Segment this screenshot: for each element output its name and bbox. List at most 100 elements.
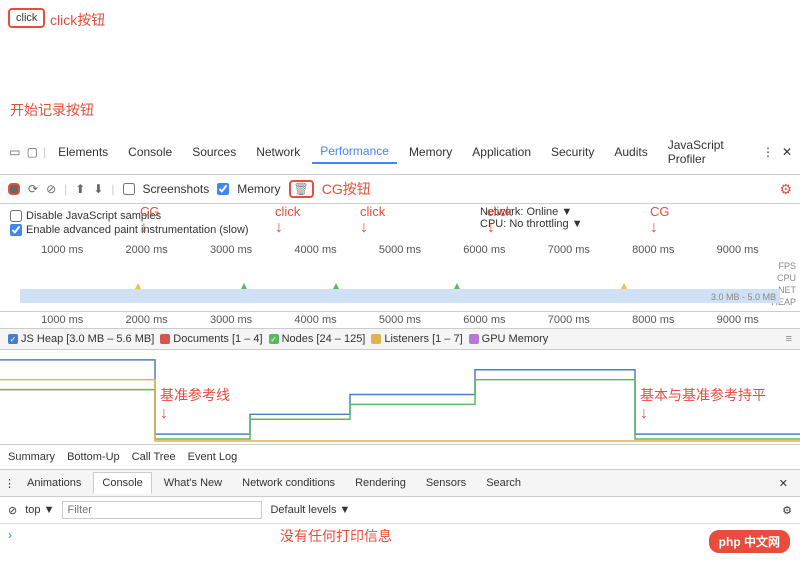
gc-button[interactable]: 🗑 xyxy=(289,180,314,198)
jsheap-toggle[interactable]: ✓ xyxy=(8,334,18,344)
inspect-icon[interactable]: ▭ xyxy=(8,145,22,159)
filter-input[interactable] xyxy=(62,501,262,519)
tick: 2000 ms xyxy=(104,244,188,256)
screenshots-label: Screenshots xyxy=(143,182,210,196)
documents-label: Documents [1 – 4] xyxy=(173,333,262,345)
drawer-close-icon[interactable]: ✕ xyxy=(771,477,796,490)
cpu-select[interactable]: No throttling xyxy=(509,218,568,230)
listeners-toggle[interactable] xyxy=(371,334,381,344)
tick: 1000 ms xyxy=(20,314,104,326)
context-select[interactable]: top ▼ xyxy=(25,504,54,516)
tab-audits[interactable]: Audits xyxy=(606,141,655,163)
tick: 7000 ms xyxy=(527,314,611,326)
tab-console[interactable]: Console xyxy=(120,141,180,163)
marker-click3: click↓ xyxy=(487,204,512,237)
settings-icon[interactable]: ⚙ xyxy=(779,181,792,198)
overview-timeline[interactable]: 1000 ms 2000 ms 3000 ms 4000 ms 5000 ms … xyxy=(0,242,800,312)
disable-js-checkbox[interactable] xyxy=(10,210,22,222)
click-annotation: click按钮 xyxy=(50,10,105,30)
save-icon[interactable]: ⬇ xyxy=(93,182,103,196)
tick: 6000 ms xyxy=(442,314,526,326)
network-select[interactable]: Online xyxy=(526,206,558,218)
more-icon[interactable]: ⋮ xyxy=(762,145,774,159)
marker-cg2: CG↓ xyxy=(650,204,670,237)
tick: 2000 ms xyxy=(104,314,188,326)
drawer-search[interactable]: Search xyxy=(478,473,529,493)
devtools-tabs: ▭ ▢ | Elements Console Sources Network P… xyxy=(0,130,800,175)
baseline-flat-annotation: 基本与基准参考持平↓ xyxy=(640,385,766,423)
tab-memory[interactable]: Memory xyxy=(401,141,460,163)
memory-label: Memory xyxy=(237,182,280,196)
record-button[interactable] xyxy=(8,183,20,195)
console-prompt-icon: › xyxy=(8,528,12,542)
tab-jsprofiler[interactable]: JavaScript Profiler xyxy=(660,134,758,170)
tick: 6000 ms xyxy=(442,244,526,256)
clear-console-icon[interactable]: ⊘ xyxy=(8,504,17,517)
drawer-animations[interactable]: Animations xyxy=(19,473,89,493)
tab-eventlog[interactable]: Event Log xyxy=(188,449,238,465)
close-icon[interactable]: ✕ xyxy=(782,145,792,159)
cg-annotation: CG按钮 xyxy=(322,179,371,199)
baseline-annotation: 基准参考线↓ xyxy=(160,385,230,423)
console-settings-icon[interactable]: ⚙ xyxy=(782,504,792,517)
no-print-annotation: 没有任何打印信息 xyxy=(280,526,392,546)
watermark: php 中文网 xyxy=(709,530,790,553)
tick: 3000 ms xyxy=(189,244,273,256)
page-demo-area: click click按钮 开始记录按钮 xyxy=(0,0,800,130)
listeners-label: Listeners [1 – 7] xyxy=(384,333,462,345)
tab-application[interactable]: Application xyxy=(464,141,539,163)
console-toolbar: ⊘ top ▼ Default levels ▼ ⚙ xyxy=(0,497,800,524)
tab-sources[interactable]: Sources xyxy=(184,141,244,163)
tick: 9000 ms xyxy=(696,244,780,256)
drawer-network-conditions[interactable]: Network conditions xyxy=(234,473,343,493)
tick: 8000 ms xyxy=(611,244,695,256)
enable-paint-label: Enable advanced paint instrumentation (s… xyxy=(26,224,249,236)
tab-network[interactable]: Network xyxy=(248,141,308,163)
demo-click-button[interactable]: click xyxy=(8,8,45,28)
jsheap-label: JS Heap [3.0 MB – 5.6 MB] xyxy=(21,333,154,345)
documents-toggle[interactable] xyxy=(160,334,170,344)
tick: 5000 ms xyxy=(358,244,442,256)
ruler[interactable]: 1000 ms 2000 ms 3000 ms 4000 ms 5000 ms … xyxy=(0,312,800,329)
tick: 3000 ms xyxy=(189,314,273,326)
perf-toolbar: ⟳ ⊘ | ⬆ ⬇ | Screenshots Memory 🗑 CG按钮 ⚙ xyxy=(0,175,800,204)
menu-icon[interactable]: ≡ xyxy=(786,333,792,345)
tick: 1000 ms xyxy=(20,244,104,256)
nodes-label: Nodes [24 – 125] xyxy=(282,333,366,345)
reload-icon[interactable]: ⟳ xyxy=(28,182,38,196)
tick: 8000 ms xyxy=(611,314,695,326)
marker-cg1: CG↓ xyxy=(140,204,160,237)
memory-checkbox[interactable] xyxy=(217,183,229,195)
gpu-label: GPU Memory xyxy=(482,333,549,345)
tab-security[interactable]: Security xyxy=(543,141,602,163)
marker-click1: click↓ xyxy=(275,204,300,237)
drawer-console[interactable]: Console xyxy=(93,472,151,494)
levels-select[interactable]: Default levels ▼ xyxy=(270,504,350,516)
gpu-toggle[interactable] xyxy=(469,334,479,344)
drawer-more-icon[interactable]: ⋮ xyxy=(4,477,15,490)
screenshots-checkbox[interactable] xyxy=(123,183,135,195)
heap-overview xyxy=(20,289,780,303)
drawer-rendering[interactable]: Rendering xyxy=(347,473,414,493)
enable-paint-checkbox[interactable] xyxy=(10,224,22,236)
tab-bottomup[interactable]: Bottom-Up xyxy=(67,449,120,465)
nodes-toggle[interactable]: ✓ xyxy=(269,334,279,344)
tab-calltree[interactable]: Call Tree xyxy=(132,449,176,465)
drawer-tabs: ⋮ Animations Console What's New Network … xyxy=(0,470,800,497)
memory-legend: ✓JS Heap [3.0 MB – 5.6 MB] Documents [1 … xyxy=(0,329,800,350)
tab-summary[interactable]: Summary xyxy=(8,449,55,465)
drawer-whatsnew[interactable]: What's New xyxy=(156,473,230,493)
tab-performance[interactable]: Performance xyxy=(312,140,397,164)
load-icon[interactable]: ⬆ xyxy=(75,182,85,196)
tick: 5000 ms xyxy=(358,314,442,326)
console-body[interactable]: › 没有任何打印信息 xyxy=(0,524,800,554)
clear-icon[interactable]: ⊘ xyxy=(46,182,56,196)
summary-tabs: Summary Bottom-Up Call Tree Event Log xyxy=(0,445,800,470)
tick: 4000 ms xyxy=(273,314,357,326)
marker-click2: click↓ xyxy=(360,204,385,237)
drawer-sensors[interactable]: Sensors xyxy=(418,473,474,493)
memory-chart[interactable]: 基准参考线↓ 基本与基准参考持平↓ xyxy=(0,350,800,445)
device-icon[interactable]: ▢ xyxy=(26,145,40,159)
tick: 7000 ms xyxy=(527,244,611,256)
tab-elements[interactable]: Elements xyxy=(50,141,116,163)
